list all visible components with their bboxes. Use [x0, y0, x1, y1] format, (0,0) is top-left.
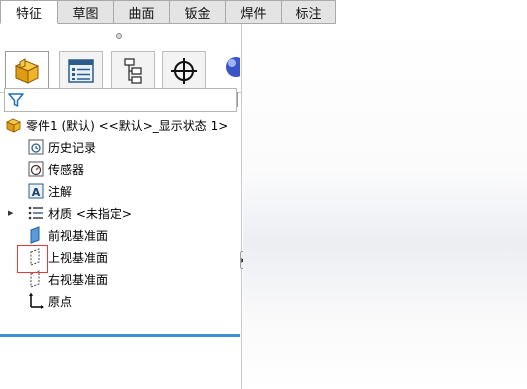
- tree-item-origin[interactable]: 原点: [26, 290, 72, 312]
- tree-item-annotations[interactable]: A 注解: [26, 180, 72, 202]
- tab-surfaces[interactable]: 曲面: [114, 0, 170, 24]
- graphics-area[interactable]: [243, 24, 527, 389]
- dimxpertmanager-tab[interactable]: [162, 51, 206, 93]
- sensor-icon: [26, 159, 46, 179]
- tree-root-part[interactable]: 零件1 (默认) <<默认>_显示状态 1>: [4, 114, 228, 136]
- part-icon: [12, 56, 42, 89]
- tab-sketch[interactable]: 草图: [58, 0, 114, 24]
- tree-root-label: 零件1 (默认) <<默认>_显示状态 1>: [26, 118, 229, 133]
- filter-funnel-icon: [8, 92, 24, 111]
- tree-item-sensors[interactable]: 传感器: [26, 158, 84, 180]
- feature-manager-panel: ◀ ▶ 零件1 (默认) <<默认>_显示状态 1>: [0, 24, 242, 389]
- selection-highlight: [17, 245, 48, 273]
- tab-features[interactable]: 特征: [0, 0, 58, 24]
- tab-sheet-metal[interactable]: 钣金: [170, 0, 226, 24]
- configurationmanager-tab[interactable]: [111, 51, 155, 93]
- tab-annotations[interactable]: 标注: [282, 0, 336, 24]
- feature-tree-filter-input[interactable]: [4, 88, 237, 112]
- command-manager-tabs: 特征 草图 曲面 钣金 焊件 标注: [0, 0, 336, 24]
- panel-grip-handle[interactable]: [116, 33, 122, 39]
- crosshair-target-icon: [170, 57, 198, 88]
- svg-text:A: A: [32, 186, 41, 199]
- tree-item-label: 传感器: [48, 162, 85, 177]
- material-icon: [26, 203, 46, 223]
- tree-item-label: 右视基准面: [48, 272, 109, 287]
- tree-item-label: 上视基准面: [48, 250, 109, 265]
- tree-item-label: 历史记录: [48, 140, 97, 155]
- featuremanager-tab[interactable]: [5, 51, 49, 93]
- history-icon: [26, 137, 46, 157]
- property-list-icon: [67, 58, 95, 87]
- rollback-bar[interactable]: [0, 334, 240, 337]
- propertymanager-tab[interactable]: [59, 51, 103, 93]
- panel-tab-row: ◀ ▶: [0, 51, 241, 107]
- tabbar-empty-area: [336, 0, 527, 24]
- annotation-icon: A: [26, 181, 46, 201]
- tree-item-label: 原点: [48, 294, 73, 309]
- part-icon: [4, 115, 24, 135]
- display-manager-tab-partial[interactable]: [220, 51, 240, 93]
- tree-item-history[interactable]: 历史记录: [26, 136, 96, 158]
- tree-item-label: 前视基准面: [48, 228, 109, 243]
- expand-arrow-icon[interactable]: ▶: [8, 209, 13, 217]
- tree-item-label: 注解: [48, 184, 73, 199]
- configuration-tree-icon: [119, 57, 147, 88]
- origin-icon: [26, 291, 46, 311]
- tree-item-material[interactable]: 材质 <未指定>: [26, 202, 132, 224]
- tab-weldments[interactable]: 焊件: [226, 0, 282, 24]
- tree-item-label: 材质 <未指定>: [48, 206, 132, 221]
- plane-icon: [26, 225, 46, 245]
- tree-item-front-plane[interactable]: 前视基准面: [26, 224, 108, 246]
